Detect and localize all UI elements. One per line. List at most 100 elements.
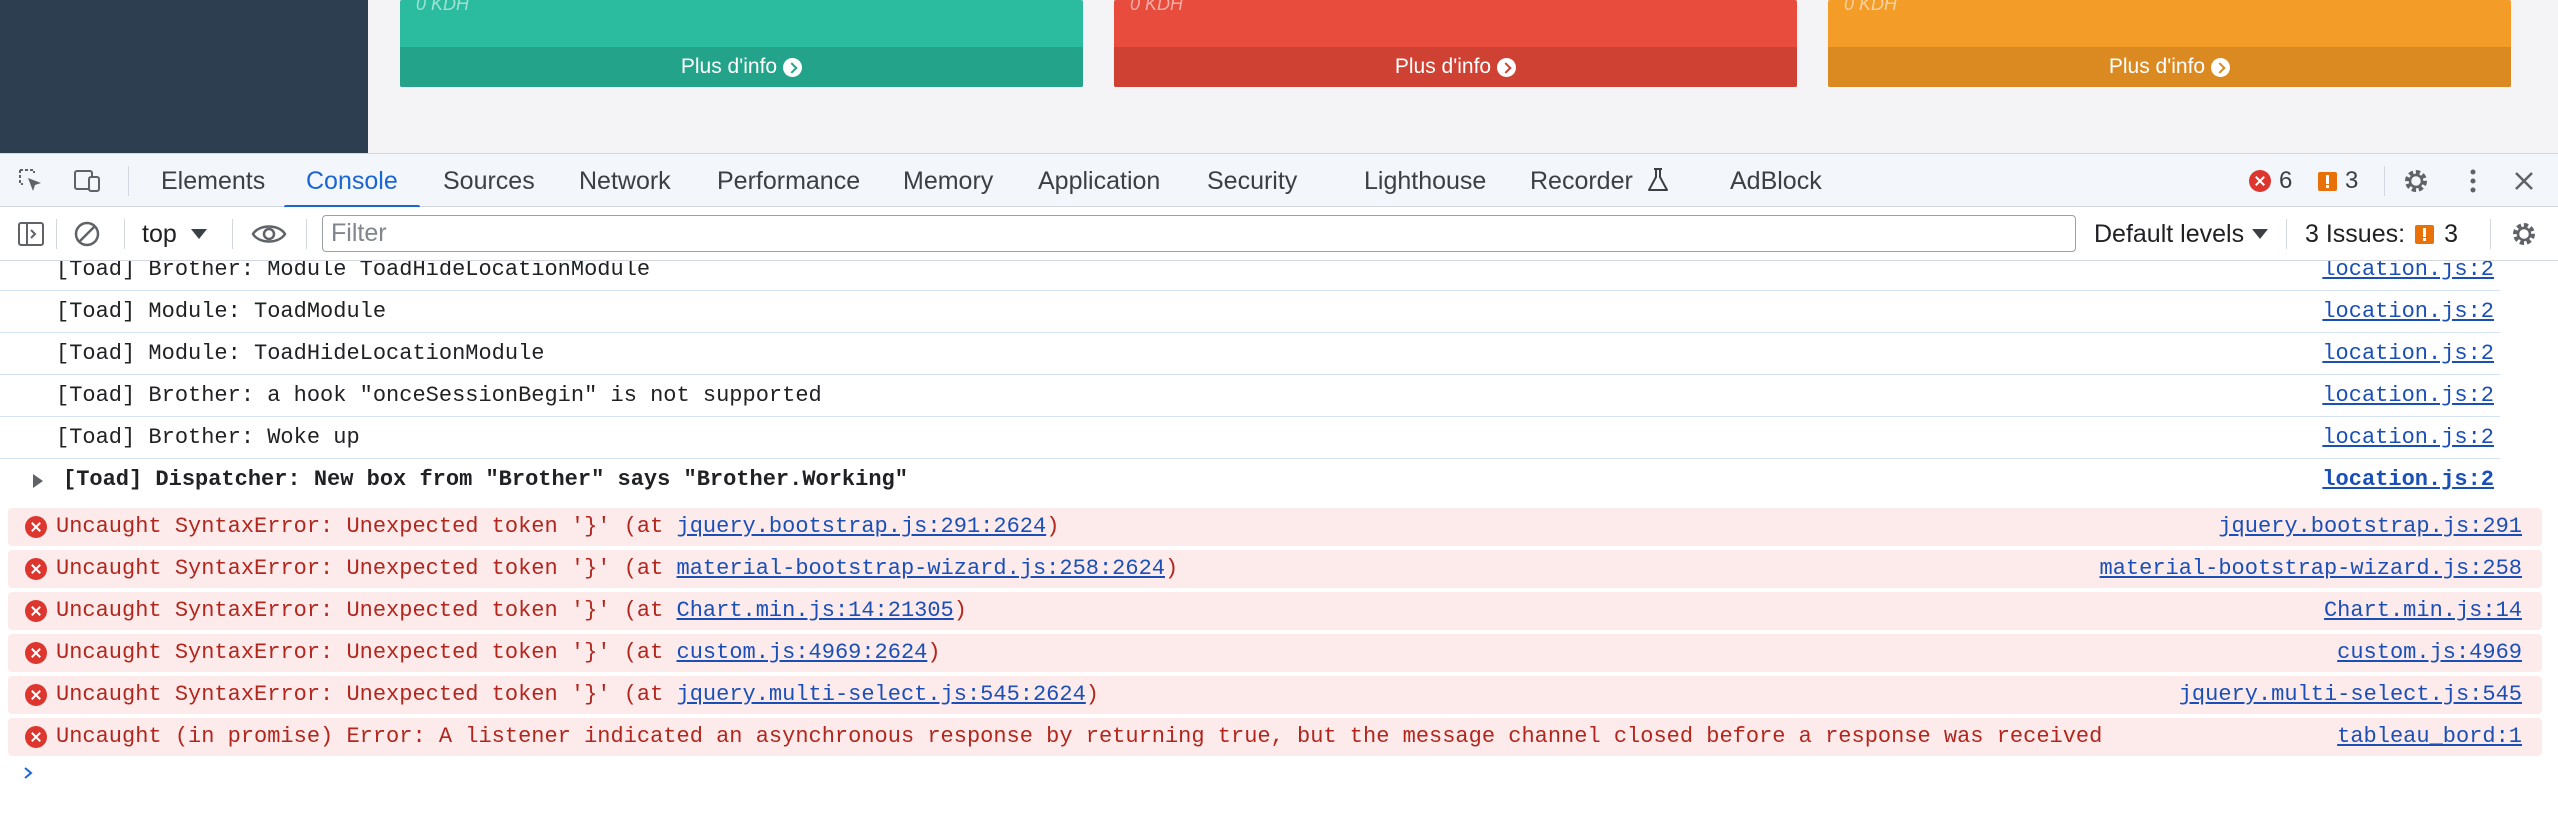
device-toolbar-icon[interactable]: [72, 166, 102, 196]
expand-triangle-icon[interactable]: [33, 474, 43, 488]
console-message: [Toad] Brother: Woke up location.js:2: [0, 417, 2500, 459]
error-icon: [25, 600, 47, 622]
more-options-icon[interactable]: [2458, 166, 2488, 196]
more-info-link[interactable]: Plus d'info: [1114, 47, 1797, 87]
log-levels-label: Default levels: [2094, 219, 2245, 248]
tab-adblock[interactable]: AdBlock: [1730, 154, 1822, 207]
page-sidebar: [0, 0, 368, 153]
context-selector[interactable]: top: [142, 218, 207, 250]
error-text: Uncaught SyntaxError: Unexpected token '…: [56, 640, 941, 665]
message-text: [Toad] Module: ToadModule: [56, 299, 387, 324]
card-value: 0 KDH: [1130, 0, 1184, 14]
source-link[interactable]: location.js:2: [2322, 333, 2494, 375]
error-location-link[interactable]: custom.js:4969:2624: [677, 640, 928, 665]
close-devtools-icon[interactable]: [2509, 166, 2539, 196]
error-text: Uncaught SyntaxError: Unexpected token '…: [56, 514, 1060, 539]
tab-lighthouse[interactable]: Lighthouse: [1364, 154, 1486, 207]
error-text: Uncaught SyntaxError: Unexpected token '…: [56, 682, 1099, 707]
more-info-link[interactable]: Plus d'info: [1828, 47, 2511, 87]
tab-security[interactable]: Security: [1207, 154, 1297, 207]
tab-performance[interactable]: Performance: [717, 154, 860, 207]
tab-elements[interactable]: Elements: [161, 154, 265, 207]
tab-network[interactable]: Network: [579, 154, 671, 207]
source-link[interactable]: location.js:2: [2322, 261, 2494, 291]
error-icon: [2249, 170, 2271, 192]
error-location-link[interactable]: Chart.min.js:14:21305: [677, 598, 954, 623]
warning-icon: [2415, 224, 2435, 244]
log-levels-dropdown[interactable]: Default levels: [2094, 218, 2269, 250]
source-link[interactable]: Chart.min.js:14: [2324, 592, 2522, 630]
tab-application[interactable]: Application: [1038, 154, 1160, 207]
console-error: Uncaught SyntaxError: Unexpected token '…: [8, 634, 2542, 672]
error-count-badge[interactable]: 6: [2249, 167, 2292, 194]
flask-icon: [1647, 168, 1668, 191]
card-value: 0 KDH: [1844, 0, 1898, 14]
tab-memory[interactable]: Memory: [903, 154, 993, 207]
console-message: [Toad] Module: ToadHideLocationModule lo…: [0, 333, 2500, 375]
warning-icon: [2318, 171, 2337, 191]
tab-recorder[interactable]: Recorder: [1530, 154, 1670, 207]
error-text: Uncaught SyntaxError: Unexpected token '…: [56, 556, 1179, 581]
error-icon: [25, 516, 47, 538]
message-text: [Toad] Brother: a hook "onceSessionBegin…: [56, 383, 822, 408]
source-link[interactable]: location.js:2: [2322, 417, 2494, 459]
source-link[interactable]: location.js:2: [2322, 375, 2494, 417]
console-message: [Toad] Module: ToadModule location.js:2: [0, 291, 2500, 333]
source-link[interactable]: jquery.bootstrap.js:291: [2218, 508, 2522, 546]
source-link[interactable]: material-bootstrap-wizard.js:258: [2100, 550, 2522, 588]
settings-gear-icon[interactable]: [2401, 166, 2431, 196]
tab-console[interactable]: Console: [284, 154, 420, 208]
console-settings-gear-icon[interactable]: [2509, 219, 2539, 249]
live-expression-eye-icon[interactable]: [251, 219, 287, 249]
error-text: Uncaught (in promise) Error: A listener …: [56, 724, 2103, 749]
error-location-link[interactable]: material-bootstrap-wizard.js:258:2624: [677, 556, 1165, 581]
clear-console-icon[interactable]: [72, 219, 102, 249]
console-toolbar: top Default levels 3 Issues: 3: [0, 207, 2558, 261]
inspect-element-icon[interactable]: [16, 166, 46, 196]
console-group-message[interactable]: [Toad] Dispatcher: New box from "Brother…: [0, 459, 2500, 501]
context-value: top: [142, 219, 177, 248]
tab-sources[interactable]: Sources: [443, 154, 535, 207]
console-error: Uncaught SyntaxError: Unexpected token '…: [8, 592, 2542, 630]
issues-button[interactable]: 3 Issues: 3: [2305, 218, 2458, 250]
error-text: Uncaught SyntaxError: Unexpected token '…: [56, 598, 967, 623]
error-icon: [25, 558, 47, 580]
console-message: [Toad] Brother: Module ToadHideLocationM…: [0, 261, 2500, 291]
stat-card-teal: 0 KDH Plus d'info: [400, 0, 1083, 87]
page-content: 0 KDH Plus d'info 0 KDH Plus d'info 0 KD…: [0, 0, 2558, 153]
arrow-circle-right-icon: [1497, 57, 1517, 77]
console-messages: [Toad] Brother: Module ToadHideLocationM…: [0, 261, 2558, 820]
arrow-circle-right-icon: [783, 57, 803, 77]
issues-label: 3 Issues:: [2305, 219, 2406, 248]
console-error: Uncaught SyntaxError: Unexpected token '…: [8, 676, 2542, 714]
card-value: 0 KDH: [416, 0, 470, 14]
warning-count: 3: [2345, 167, 2359, 194]
console-message: [Toad] Brother: a hook "onceSessionBegin…: [0, 375, 2500, 417]
source-link[interactable]: location.js:2: [2322, 291, 2494, 333]
console-prompt-chevron-icon[interactable]: [22, 766, 36, 780]
message-text: [Toad] Brother: Module ToadHideLocationM…: [56, 261, 651, 282]
tab-recorder-label: Recorder: [1530, 167, 1633, 195]
chevron-down-icon: [190, 229, 207, 239]
more-info-label: Plus d'info: [1394, 55, 1492, 78]
console-error: Uncaught SyntaxError: Unexpected token '…: [8, 550, 2542, 588]
devtools-tab-bar: Elements Console Sources Network Perform…: [0, 153, 2558, 208]
stat-card-red: 0 KDH Plus d'info: [1114, 0, 1797, 87]
message-text: [Toad] Module: ToadHideLocationModule: [56, 341, 545, 366]
message-text: [Toad] Brother: Woke up: [56, 425, 360, 450]
more-info-link[interactable]: Plus d'info: [400, 47, 1083, 87]
filter-input[interactable]: [322, 215, 2076, 252]
chevron-down-icon: [2252, 229, 2269, 239]
source-link[interactable]: tableau_bord:1: [2337, 718, 2522, 756]
source-link[interactable]: jquery.multi-select.js:545: [2179, 676, 2522, 714]
source-link[interactable]: custom.js:4969: [2337, 634, 2522, 672]
error-location-link[interactable]: jquery.bootstrap.js:291:2624: [677, 514, 1047, 539]
error-icon: [25, 726, 47, 748]
error-icon: [25, 684, 47, 706]
error-location-link[interactable]: jquery.multi-select.js:545:2624: [677, 682, 1086, 707]
warning-count-badge[interactable]: 3: [2318, 167, 2359, 194]
console-error: Uncaught SyntaxError: Unexpected token '…: [8, 508, 2542, 546]
source-link[interactable]: location.js:2: [2322, 459, 2494, 501]
stat-card-orange: 0 KDH Plus d'info: [1828, 0, 2511, 87]
show-sidebar-icon[interactable]: [16, 219, 46, 249]
